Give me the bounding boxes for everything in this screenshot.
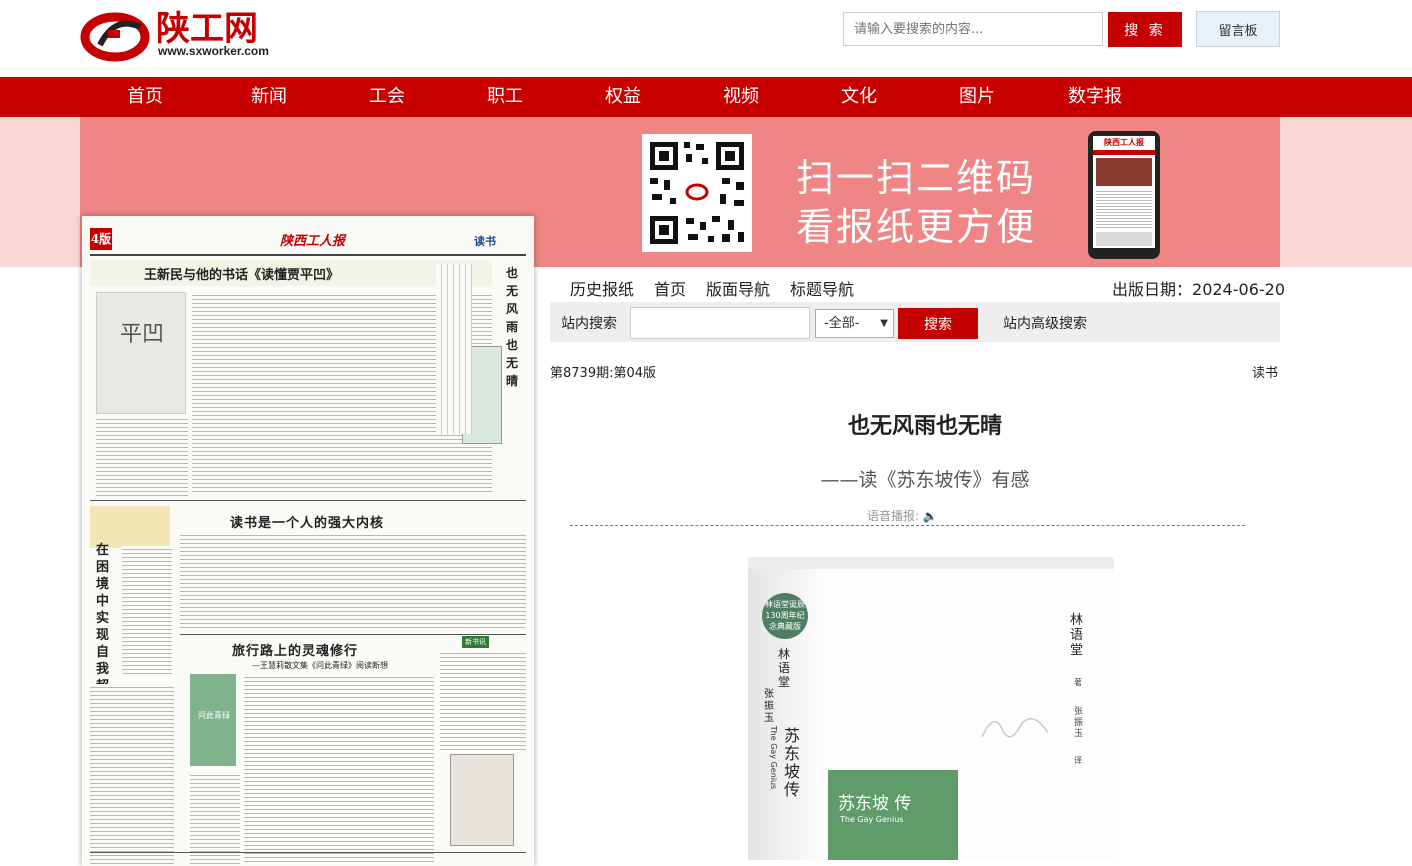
paper-headline-3: 旅行路上的灵魂修行 <box>232 644 359 659</box>
cover-author-mark: 著 <box>1074 678 1082 687</box>
main-nav: 首页 新闻 工会 职工 权益 视频 文化 图片 数字报 <box>0 77 1412 117</box>
newspaper-page-image[interactable]: 4版 陕西工人报 读书 王新民与他的书话《读懂贾平凹》 平凹 也无风雨也无晴 在… <box>82 216 534 866</box>
voice-label: 语音播报: <box>867 509 920 523</box>
logo-url: www.sxworker.com <box>158 44 269 58</box>
chevron-down-icon: ▼ <box>880 318 888 329</box>
cover-title-en: The Gay Genius <box>840 815 904 824</box>
speaker-icon[interactable]: 🔈 <box>923 509 938 523</box>
voice-broadcast[interactable]: 语音播报: 🔈 <box>867 507 938 524</box>
paper-headline-2: 读书是一个人的强大内核 <box>230 516 385 531</box>
phone-masthead: 陕西工人报 <box>1093 136 1155 150</box>
nav-item-digital-paper[interactable]: 数字报 <box>1068 77 1122 117</box>
nav-item-rights[interactable]: 权益 <box>605 77 641 117</box>
nav-item-culture[interactable]: 文化 <box>841 77 877 117</box>
publish-date-value: 2024-06-20 <box>1192 280 1285 299</box>
paper-subhead-3: —王慧莉散文集《问此青绿》阅读断想 <box>252 661 388 670</box>
nav-item-workers[interactable]: 职工 <box>487 77 523 117</box>
advanced-search-link[interactable]: 站内高级搜索 <box>1003 313 1087 333</box>
page-number: 4版 <box>90 228 112 250</box>
search-input[interactable] <box>843 12 1103 46</box>
banner-line-2: 看报纸更方便 <box>796 205 1037 249</box>
paper-masthead: 陕西工人报 <box>280 234 346 249</box>
nav-item-union[interactable]: 工会 <box>369 77 405 117</box>
site-search-input[interactable] <box>630 307 810 339</box>
tab-home[interactable]: 首页 <box>654 276 686 300</box>
cover-translator-mark: 译 <box>1074 756 1082 765</box>
site-search-select[interactable]: -全部- ▼ <box>815 309 894 338</box>
cover-title: 苏东坡 传 <box>838 794 912 814</box>
qr-code-icon <box>642 134 752 252</box>
search-button[interactable]: 搜 索 <box>1108 12 1182 47</box>
banner-side-right <box>1280 117 1412 267</box>
tab-title-navigation[interactable]: 标题导航 <box>790 276 854 300</box>
nav-item-video[interactable]: 视频 <box>723 77 759 117</box>
nav-item-images[interactable]: 图片 <box>959 77 995 117</box>
article-subtitle: ——读《苏东坡传》有感 <box>820 469 1030 491</box>
spine-translator: 张振玉 <box>764 689 774 724</box>
paper-section: 读书 <box>474 235 496 248</box>
cover-author: 林语堂 <box>1070 613 1084 658</box>
new-book-tag: 新书讯 <box>462 636 489 648</box>
mini-book-2: 问此青绿 <box>198 711 230 720</box>
spine-author: 林语堂 <box>778 647 791 689</box>
spine-title-en: The Gay Genius <box>769 725 779 790</box>
tab-history-papers[interactable]: 历史报纸 <box>570 276 634 300</box>
mini-book-title: 平凹 <box>120 322 165 347</box>
nav-item-news[interactable]: 新闻 <box>251 77 287 117</box>
banner-side-left <box>0 117 80 267</box>
banner-line-1: 扫一扫二维码 <box>796 156 1037 200</box>
publish-date-label: 出版日期： <box>1112 280 1193 299</box>
publish-date: 出版日期：2024-06-20 <box>1112 276 1285 300</box>
article-title: 也无风雨也无晴 <box>847 414 1002 439</box>
spine-title: 苏东坡传 <box>784 726 801 799</box>
book-badge: 林语堂诞辰130周年纪念典藏版 <box>762 593 808 639</box>
book-cover-image: 林语堂诞辰130周年纪念典藏版 林语堂 张振玉 苏东坡传 The Gay Gen… <box>748 557 1114 860</box>
paper-headline-1: 王新民与他的书话《读懂贾平凹》 <box>144 268 340 283</box>
cover-translator: 张振玉 <box>1074 707 1084 739</box>
logo-mark-icon <box>80 12 150 62</box>
site-search-button[interactable]: 搜索 <box>898 308 978 339</box>
article-divider <box>570 525 1245 526</box>
tab-page-navigation[interactable]: 版面导航 <box>706 276 770 300</box>
message-board-button[interactable]: 留言板 <box>1196 11 1280 47</box>
nav-item-home[interactable]: 首页 <box>127 77 163 117</box>
site-search-label: 站内搜索 <box>561 316 617 332</box>
site-select-value: -全部- <box>824 316 860 331</box>
paper-vertical-title: 也无风雨也无晴 <box>506 266 519 388</box>
logo-text: 陕工网 <box>156 9 258 49</box>
phone-mockup-icon: 陕西工人报 <box>1088 131 1160 259</box>
issue-info: 第8739期:第04版 <box>550 366 657 381</box>
section-label: 读书 <box>1252 366 1279 381</box>
site-header: 陕工网 www.sxworker.com 搜 索 留言板 <box>0 0 1412 77</box>
signature-scribble-icon <box>981 718 1049 738</box>
